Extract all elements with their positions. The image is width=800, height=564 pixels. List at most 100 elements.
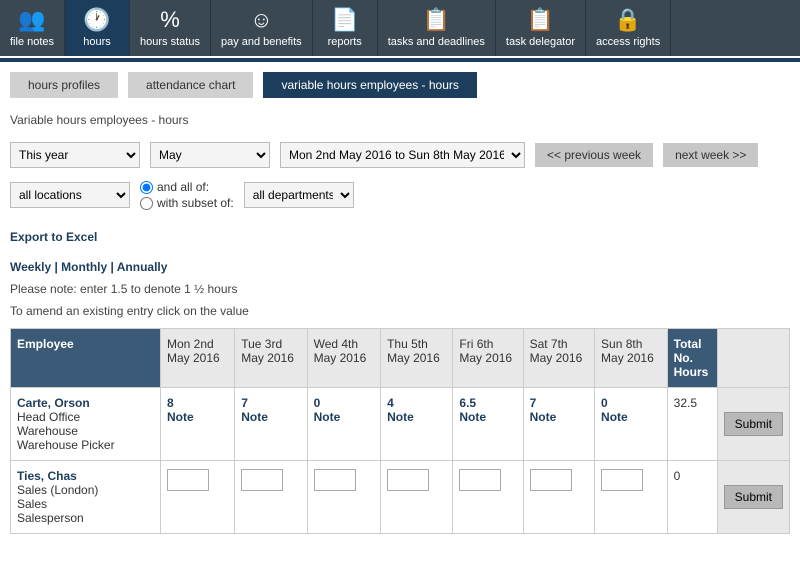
view-weekly[interactable]: Weekly	[10, 260, 51, 274]
radio-with-subset-input[interactable]	[140, 197, 153, 210]
note-link[interactable]: Note	[459, 410, 516, 424]
note-link[interactable]: Note	[387, 410, 446, 424]
col-header: Wed 4th May 2016	[307, 329, 381, 388]
topnav-pay-and-benefits[interactable]: ☺ pay and benefits	[211, 0, 313, 56]
hours-value: 7	[530, 396, 588, 410]
subnav-variable-hours-employees---hours[interactable]: variable hours employees - hours	[263, 72, 476, 98]
hours-cell[interactable]: 0Note	[595, 388, 668, 461]
submit-button[interactable]: Submit	[724, 412, 783, 436]
submit-button[interactable]: Submit	[724, 485, 783, 509]
export-excel-link[interactable]: Export to Excel	[10, 230, 97, 244]
topnav-label: reports	[328, 36, 362, 48]
hours-input[interactable]	[387, 469, 429, 491]
topnav-icon: 👥	[18, 8, 45, 32]
topnav-task-delegator[interactable]: 📋 task delegator	[496, 0, 586, 56]
radio-and-all-input[interactable]	[140, 181, 153, 194]
topnav-icon: 🕐	[83, 8, 110, 32]
hours-cell[interactable]: 4Note	[381, 388, 453, 461]
action-cell: Submit	[717, 388, 789, 461]
col-header: Employee	[11, 329, 161, 388]
hours-cell[interactable]: 7Note	[523, 388, 594, 461]
hours-value: 0	[314, 396, 375, 410]
view-annually[interactable]: Annually	[117, 260, 168, 274]
topnav-label: pay and benefits	[221, 36, 302, 48]
action-cell: Submit	[717, 461, 789, 534]
hours-value: 7	[241, 396, 300, 410]
hours-input-cell	[381, 461, 453, 534]
hours-input-cell	[307, 461, 381, 534]
hours-input[interactable]	[601, 469, 643, 491]
hours-input[interactable]	[241, 469, 283, 491]
hours-input[interactable]	[530, 469, 572, 491]
topnav-tasks-and-deadlines[interactable]: 📋tasks and deadlines	[378, 0, 496, 56]
hours-input-cell	[523, 461, 594, 534]
topnav-label: task delegator	[506, 36, 575, 48]
filter-row-1: This year May Mon 2nd May 2016 to Sun 8t…	[10, 142, 790, 168]
topnav-icon: 📋	[423, 8, 450, 32]
hours-table: EmployeeMon 2nd May 2016Tue 3rd May 2016…	[10, 328, 790, 534]
col-header	[717, 329, 789, 388]
total-hours: 0	[667, 461, 717, 534]
topnav-label: hours status	[140, 36, 200, 48]
topnav-access-rights[interactable]: 🔒 access rights	[586, 0, 671, 56]
top-nav: 👥 file notes 🕐hours% hours status ☺ pay and b…	[0, 0, 800, 56]
topnav-hours[interactable]: 🕐hours	[65, 0, 130, 56]
view-monthly[interactable]: Monthly	[61, 260, 107, 274]
hours-input[interactable]	[167, 469, 209, 491]
sub-nav: hours profiles attendance chart variable h…	[0, 62, 800, 108]
hours-input[interactable]	[459, 469, 501, 491]
page-title: Variable hours employees - hours	[10, 113, 790, 127]
topnav-hours-status[interactable]: % hours status	[130, 0, 211, 56]
topnav-icon: %	[160, 8, 180, 32]
department-select[interactable]: all departments	[244, 182, 354, 208]
location-select[interactable]: all locations	[10, 182, 130, 208]
note-link[interactable]: Note	[167, 410, 228, 424]
hours-input-cell	[161, 461, 235, 534]
note-denote: Please note: enter 1.5 to denote 1 ½ hou…	[10, 282, 790, 296]
topnav-icon: 📋	[527, 8, 554, 32]
hours-cell[interactable]: 8Note	[161, 388, 235, 461]
month-select[interactable]: May	[150, 142, 270, 168]
hours-input[interactable]	[314, 469, 356, 491]
radio-and-all[interactable]: and all of:	[140, 180, 234, 194]
hours-value: 8	[167, 396, 228, 410]
note-link[interactable]: Note	[530, 410, 588, 424]
subnav-attendance-chart[interactable]: attendance chart	[128, 72, 253, 98]
employee-cell: Ties, ChasSales (London)SalesSalesperson	[11, 461, 161, 534]
note-link[interactable]: Note	[314, 410, 375, 424]
topnav-reports[interactable]: 📄reports	[313, 0, 378, 56]
hours-value: 4	[387, 396, 446, 410]
prev-week-button[interactable]: << previous week	[535, 143, 653, 167]
employee-name[interactable]: Ties, Chas	[17, 469, 154, 483]
hours-cell[interactable]: 6.5Note	[453, 388, 523, 461]
topnav-label: access rights	[596, 36, 660, 48]
next-week-button[interactable]: next week >>	[663, 143, 758, 167]
note-link[interactable]: Note	[241, 410, 300, 424]
topnav-icon: 🔒	[614, 8, 641, 32]
col-header: Mon 2nd May 2016	[161, 329, 235, 388]
radio-with-subset[interactable]: with subset of:	[140, 196, 234, 210]
note-link[interactable]: Note	[601, 410, 661, 424]
filter-row-2: all locations and all of: with subset of…	[10, 180, 790, 210]
week-select[interactable]: Mon 2nd May 2016 to Sun 8th May 2016	[280, 142, 525, 168]
hours-cell[interactable]: 7Note	[235, 388, 307, 461]
subnav-hours-profiles[interactable]: hours profiles	[10, 72, 118, 98]
view-toggle: Weekly | Monthly | Annually	[10, 260, 790, 274]
topnav-icon: ☺	[250, 8, 272, 32]
topnav-label: file notes	[10, 36, 54, 48]
topnav-file-notes[interactable]: 👥 file notes	[0, 0, 65, 56]
hours-cell[interactable]: 0Note	[307, 388, 381, 461]
col-header: Sat 7th May 2016	[523, 329, 594, 388]
note-amend: To amend an existing entry click on the …	[10, 304, 790, 318]
employee-cell: Carte, OrsonHead OfficeWarehouseWarehous…	[11, 388, 161, 461]
year-select[interactable]: This year	[10, 142, 140, 168]
employee-detail: Sales	[17, 497, 154, 511]
hours-input-cell	[595, 461, 668, 534]
table-row: Ties, ChasSales (London)SalesSalesperson…	[11, 461, 790, 534]
total-hours: 32.5	[667, 388, 717, 461]
filter-radio-group: and all of: with subset of:	[140, 180, 234, 210]
col-header: Tue 3rd May 2016	[235, 329, 307, 388]
hours-value: 0	[601, 396, 661, 410]
employee-name[interactable]: Carte, Orson	[17, 396, 154, 410]
hours-value: 6.5	[459, 396, 516, 410]
